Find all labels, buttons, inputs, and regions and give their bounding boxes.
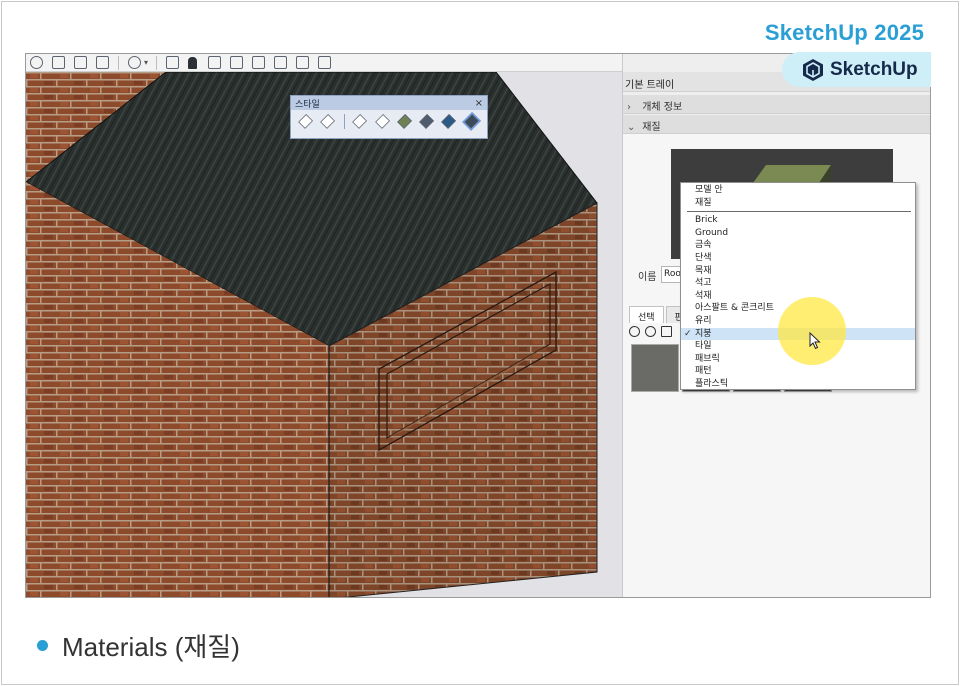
zoom-extents-icon[interactable]: [96, 56, 109, 69]
dropdown-item-label: 재질: [695, 197, 712, 208]
dropdown-item-category[interactable]: 플라스틱: [681, 378, 915, 391]
shaded-textures-icon[interactable]: [419, 114, 435, 129]
dropdown-item-label: 타일: [695, 341, 712, 352]
wireframe-icon[interactable]: [352, 114, 368, 129]
dropdown-item-label: 석고: [695, 278, 712, 289]
toolbar-separator: [343, 114, 345, 129]
home-icon[interactable]: [661, 326, 672, 337]
person-icon[interactable]: [188, 56, 198, 69]
xray-icon[interactable]: [298, 114, 314, 129]
dropdown-item-label: 패턴: [695, 366, 712, 377]
styles-toolbar-title: 스타일: [295, 99, 320, 110]
monochrome-icon[interactable]: [441, 114, 457, 129]
model-scene: [26, 72, 622, 597]
section-plane-icon[interactable]: [166, 56, 180, 69]
dropdown-item-label: 석재: [695, 290, 712, 301]
entity-info-label: 개체 정보: [642, 102, 683, 113]
check-icon: ✓: [684, 328, 692, 339]
materials-tools: [629, 326, 677, 337]
sketchup-logo-badge: SketchUp: [782, 52, 931, 87]
materials-label: 재질: [642, 122, 661, 133]
dropdown-item-label: 아스팔트 & 콘크리트: [695, 303, 774, 314]
dropdown-item-label: 플라스틱: [695, 378, 729, 389]
chevron-down-icon: ⌄: [627, 122, 636, 133]
in-model-icon[interactable]: [645, 326, 656, 337]
dropdown-item-label: 패브릭: [695, 353, 720, 364]
sketchup-logo-text: SketchUp: [830, 58, 918, 80]
slide-title: SketchUp 2025: [764, 20, 924, 45]
position-camera-icon[interactable]: [128, 56, 141, 69]
left-view-icon[interactable]: [318, 56, 332, 69]
dropdown-item-category[interactable]: 금속: [681, 239, 915, 252]
tab-select[interactable]: 선택: [629, 306, 664, 323]
dropdown-item-category[interactable]: 패턴: [681, 365, 915, 378]
dropdown-item-label: 단색: [695, 252, 712, 263]
dropdown-item-label: 모델 안: [695, 185, 723, 195]
dropdown-item-materials[interactable]: 재질: [681, 197, 915, 210]
zoom-icon[interactable]: [74, 56, 87, 69]
entity-info-panel-header[interactable]: › 개체 정보: [623, 95, 930, 114]
styles-toolbar-header[interactable]: 스타일 ×: [291, 96, 487, 110]
backedges-icon[interactable]: [320, 114, 336, 129]
back-view-icon[interactable]: [296, 56, 310, 69]
dropdown-separator: [687, 211, 911, 213]
iso-view-icon[interactable]: [208, 56, 222, 69]
cursor-highlight: [778, 297, 846, 365]
front-view-icon[interactable]: [252, 56, 266, 69]
hidden-line-icon[interactable]: [374, 114, 390, 129]
dropdown-item-category[interactable]: Brick: [681, 214, 915, 227]
dropdown-item-category[interactable]: 석고: [681, 277, 915, 290]
dropdown-item-in-model[interactable]: 모델 안: [681, 184, 915, 197]
orbit-icon[interactable]: [30, 56, 43, 69]
toolbar-separator: [156, 55, 158, 70]
slide-caption: Materials (재질): [37, 627, 240, 664]
dropdown-item-category[interactable]: 목재: [681, 265, 915, 278]
dropdown-item-label: 금속: [695, 240, 712, 251]
dropdown-item-label: 지붕: [695, 328, 712, 339]
dropdown-item-category[interactable]: 단색: [681, 252, 915, 265]
dropdown-item-category[interactable]: Ground: [681, 227, 915, 240]
bullet-icon: [37, 640, 48, 651]
material-thumbnail[interactable]: [631, 344, 679, 392]
chevron-down-icon[interactable]: ▾: [144, 58, 148, 67]
sketchup-logo-icon: [803, 58, 823, 81]
shaded-icon[interactable]: [397, 114, 413, 129]
model-viewport[interactable]: [26, 72, 622, 597]
chevron-right-icon: ›: [627, 102, 631, 113]
material-name-label: 이름: [638, 272, 657, 283]
styles-toolbar-icons: [291, 110, 487, 131]
pan-icon[interactable]: [52, 56, 65, 69]
caption-text: Materials (재질): [62, 632, 240, 662]
materials-panel-header[interactable]: ⌄ 재질: [623, 115, 930, 134]
dropdown-item-label: 목재: [695, 265, 712, 276]
toolbar-separator: [118, 55, 119, 70]
cursor-icon: [809, 332, 821, 350]
dropdown-item-label: Brick: [695, 215, 718, 226]
dropdown-item-label: Ground: [695, 227, 729, 238]
right-view-icon[interactable]: [274, 56, 288, 69]
active-style-icon[interactable]: [461, 112, 482, 131]
styles-toolbar[interactable]: 스타일 ×: [290, 95, 488, 139]
top-view-icon[interactable]: [230, 56, 244, 69]
dropdown-item-label: 유리: [695, 315, 712, 326]
sketchup-window: ▾ 스타일 × 기본 트레이 › 개체 정보 ⌄ 재질 이름 Roof 선택 편…: [25, 53, 931, 598]
view-toolbar: ▾: [26, 54, 622, 72]
add-material-icon[interactable]: [629, 326, 640, 337]
close-icon[interactable]: ×: [475, 98, 487, 109]
